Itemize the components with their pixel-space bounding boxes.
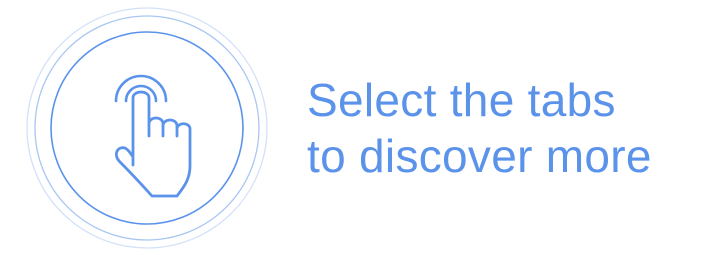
hint-message: Select the tabs to discover more <box>307 72 707 184</box>
outer-ring <box>26 7 268 249</box>
hand-outline <box>115 90 192 198</box>
hint-line-1: Select the tabs <box>307 74 616 126</box>
tap-arc-inner <box>124 84 158 103</box>
tap-hand-icon <box>25 6 269 250</box>
hint-line-2: to discover more <box>307 130 652 182</box>
inner-ring <box>50 31 244 225</box>
middle-ring <box>34 15 260 241</box>
tabs-hint: Select the tabs to discover more <box>0 0 708 255</box>
tap-arc-outer <box>114 74 168 103</box>
